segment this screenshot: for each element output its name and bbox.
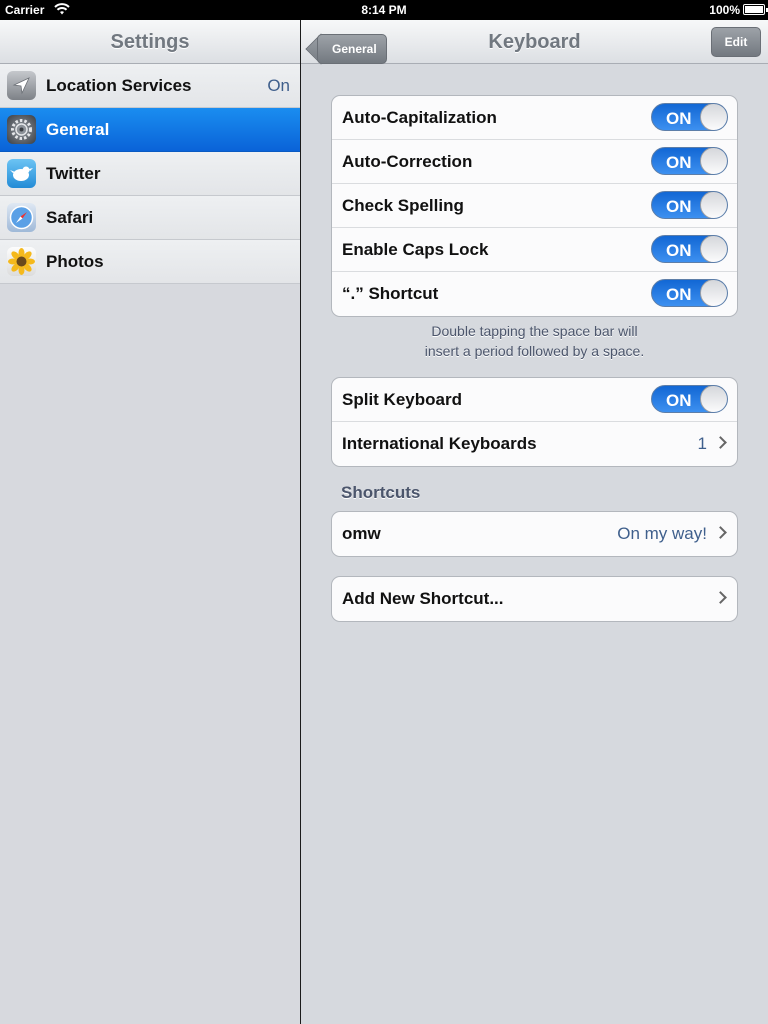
split-keyboard-group: Split Keyboard ON International Keyboard… xyxy=(331,377,738,467)
shortcut-label: omw xyxy=(342,524,381,543)
toggle-state: ON xyxy=(666,197,692,216)
add-shortcut-label: Add New Shortcut... xyxy=(342,589,504,608)
check-spelling-row: Check Spelling ON xyxy=(332,184,737,228)
row-label: Check Spelling xyxy=(342,196,464,215)
shortcut-phrase: On my way! xyxy=(617,524,707,543)
sidebar-item-label: Photos xyxy=(46,252,104,271)
master-navbar: Settings xyxy=(0,20,300,64)
row-label: “.” Shortcut xyxy=(342,284,439,303)
toggle-state: ON xyxy=(666,241,692,260)
split-keyboard-row: Split Keyboard ON xyxy=(332,378,737,422)
international-keyboards-row[interactable]: International Keyboards 1 xyxy=(332,422,737,466)
add-new-shortcut-row[interactable]: Add New Shortcut... xyxy=(332,577,737,621)
sidebar-item-general[interactable]: General xyxy=(0,108,300,152)
safari-icon xyxy=(7,203,36,232)
detail-pane: General Keyboard Edit Auto-Capitalizatio… xyxy=(301,20,768,1024)
auto-correction-row: Auto-Correction ON xyxy=(332,140,737,184)
sidebar-item-label: Location Services xyxy=(46,76,192,95)
back-button-body[interactable]: General xyxy=(317,34,387,64)
master-pane: Settings Location Services On General Tw… xyxy=(0,20,300,1024)
row-label: Enable Caps Lock xyxy=(342,240,489,259)
sidebar-item-value: On xyxy=(267,76,290,95)
period-shortcut-footnote: Double tapping the space bar will insert… xyxy=(331,321,738,361)
toggle-knob xyxy=(700,386,727,412)
shortcuts-group: omw On my way! xyxy=(331,511,738,557)
shortcut-row-omw[interactable]: omw On my way! xyxy=(332,512,737,556)
toggle-knob xyxy=(700,192,727,218)
chevron-right-icon xyxy=(714,591,727,604)
sidebar-item-photos[interactable]: Photos xyxy=(0,240,300,284)
row-label: Auto-Correction xyxy=(342,152,473,171)
battery-icon xyxy=(743,4,768,15)
check-spelling-toggle[interactable]: ON xyxy=(651,191,728,219)
toggle-knob xyxy=(700,236,727,262)
toggle-state: ON xyxy=(666,153,692,172)
twitter-icon xyxy=(7,159,36,188)
sidebar-item-label: General xyxy=(46,120,110,139)
auto-capitalization-toggle[interactable]: ON xyxy=(651,103,728,131)
footnote-line: insert a period followed by a space. xyxy=(424,343,645,359)
chevron-right-icon xyxy=(714,526,727,539)
battery-percent: 100% xyxy=(709,3,740,17)
sidebar-item-twitter[interactable]: Twitter xyxy=(0,152,300,196)
toggle-state: ON xyxy=(666,391,692,410)
toggle-state: ON xyxy=(666,109,692,128)
row-label: International Keyboards xyxy=(342,434,537,453)
row-label: Auto-Capitalization xyxy=(342,108,497,127)
keyboard-count: 1 xyxy=(697,434,707,453)
photos-icon xyxy=(7,247,36,276)
master-title: Settings xyxy=(110,31,190,53)
clock: 8:14 PM xyxy=(361,3,407,17)
toggle-knob xyxy=(700,104,727,130)
row-label: Split Keyboard xyxy=(342,390,462,409)
split-keyboard-toggle[interactable]: ON xyxy=(651,385,728,413)
sidebar-item-label: Twitter xyxy=(46,164,101,183)
toggle-state: ON xyxy=(666,285,692,304)
detail-navbar: General Keyboard Edit xyxy=(301,20,768,64)
sidebar-item-safari[interactable]: Safari xyxy=(0,196,300,240)
add-shortcut-group: Add New Shortcut... xyxy=(331,576,738,622)
enable-caps-lock-row: Enable Caps Lock ON xyxy=(332,228,737,272)
keyboard-options-group: Auto-Capitalization ON Auto-Correction O… xyxy=(331,95,738,317)
footnote-line: Double tapping the space bar will xyxy=(431,323,638,339)
toggle-knob xyxy=(700,280,727,306)
shortcuts-section-header: Shortcuts xyxy=(341,483,421,502)
sidebar-item-location-services[interactable]: Location Services On xyxy=(0,64,300,108)
sidebar-item-label: Safari xyxy=(46,208,94,227)
location-icon xyxy=(7,71,36,100)
status-bar: Carrier 8:14 PM 100% xyxy=(0,0,768,20)
auto-correction-toggle[interactable]: ON xyxy=(651,147,728,175)
enable-caps-lock-toggle[interactable]: ON xyxy=(651,235,728,263)
chevron-right-icon xyxy=(714,436,727,449)
auto-capitalization-row: Auto-Capitalization ON xyxy=(332,96,737,140)
period-shortcut-row: “.” Shortcut ON xyxy=(332,272,737,316)
edit-button[interactable]: Edit xyxy=(711,27,761,57)
toggle-knob xyxy=(700,148,727,174)
period-shortcut-toggle[interactable]: ON xyxy=(651,279,728,307)
back-button-label: General xyxy=(332,42,377,56)
settings-list: Location Services On General Twitter Saf… xyxy=(0,64,300,284)
gear-icon xyxy=(7,115,36,144)
